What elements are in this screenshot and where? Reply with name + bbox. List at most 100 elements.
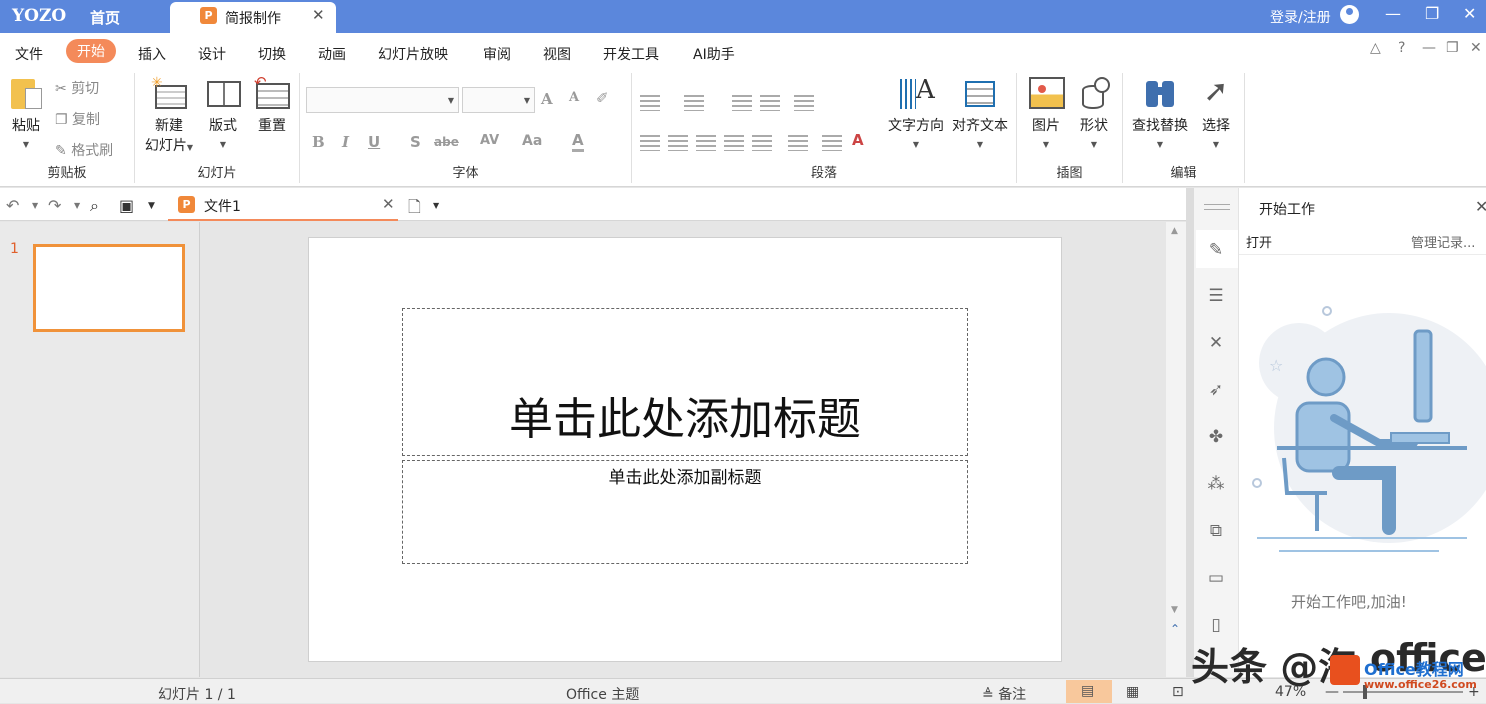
change-case-button[interactable]: Aa (522, 133, 542, 149)
pinwheel-icon[interactable]: ✤ (1206, 427, 1226, 447)
decrease-indent-icon[interactable] (732, 95, 752, 111)
doc-minimize-icon[interactable]: — (1422, 40, 1436, 56)
menu-file[interactable]: 文件 (15, 44, 43, 64)
cut-button[interactable]: ✂ 剪切 (55, 78, 99, 98)
layout-button[interactable]: 版式 ▼ (203, 75, 243, 151)
menu-review[interactable]: 审阅 (483, 44, 511, 64)
menu-design[interactable]: 设计 (198, 44, 226, 64)
align-text-button[interactable]: 对齐文本 ▼ (949, 75, 1011, 151)
subtitle-placeholder[interactable]: 单击此处添加副标题 (402, 460, 968, 564)
login-link[interactable]: 登录/注册 (1270, 7, 1331, 27)
menu-insert[interactable]: 插入 (138, 44, 166, 64)
menu-view[interactable]: 视图 (543, 44, 571, 64)
zoom-slider[interactable] (1343, 685, 1463, 699)
help-icon[interactable]: ? (1398, 40, 1405, 56)
strikethrough-button[interactable]: abe (434, 135, 459, 149)
slideshow-view-icon[interactable]: ⊡ (1172, 684, 1184, 700)
text-effects-icon[interactable]: A (852, 131, 864, 149)
undo-dropdown-icon[interactable]: ▼ (32, 201, 38, 210)
print-preview-icon[interactable]: ⌕ (90, 196, 99, 216)
align-left-icon[interactable] (640, 135, 660, 151)
shadow-button[interactable]: S (410, 133, 421, 151)
menu-home[interactable]: 开始 (66, 39, 116, 63)
comment-icon[interactable]: ▭ (1206, 568, 1226, 588)
close-file-tab-icon[interactable]: ✕ (382, 195, 395, 213)
normal-view-button[interactable]: ▤ (1066, 680, 1112, 703)
char-spacing-button[interactable]: AV (480, 133, 499, 148)
menu-slideshow[interactable]: 幻灯片放映 (378, 44, 448, 64)
restore-window-button[interactable]: ❐ (1425, 4, 1439, 23)
save-icon[interactable]: ▣ (119, 196, 134, 215)
menu-animation[interactable]: 动画 (318, 44, 346, 64)
redo-icon[interactable]: ↷ (48, 196, 61, 215)
italic-button[interactable]: I (342, 133, 349, 151)
align-center-icon[interactable] (668, 135, 688, 151)
clear-format-icon[interactable]: ✐ (596, 89, 609, 107)
title-placeholder[interactable]: 单击此处添加标题 (402, 308, 968, 456)
numbering-icon[interactable] (684, 95, 704, 111)
close-task-pane-icon[interactable]: ✕ (1475, 197, 1486, 216)
new-document-icon[interactable]: 🗋 (408, 196, 421, 223)
menu-ai-assistant[interactable]: AI助手 (693, 44, 735, 64)
shrink-font-button[interactable]: A (569, 90, 579, 105)
paste-button[interactable]: 粘贴 ▼ (6, 75, 46, 151)
text-direction-button[interactable]: A 文字方向 ▼ (884, 75, 948, 151)
home-tab[interactable]: 首页 (90, 7, 120, 28)
sliders-icon[interactable]: ☰ (1206, 286, 1226, 306)
line-spacing-icon[interactable] (794, 95, 814, 111)
picture-button[interactable]: 图片 ▼ (1025, 75, 1067, 151)
clipboard-icon[interactable]: ▯ (1206, 615, 1226, 635)
customize-dropdown-icon[interactable]: ▼ (148, 201, 155, 211)
grow-font-button[interactable]: A (541, 90, 553, 108)
format-painter-button[interactable]: ✎ 格式刷 (55, 140, 113, 160)
menu-developer[interactable]: 开发工具 (603, 44, 659, 64)
pane-splitter[interactable] (1186, 188, 1194, 677)
justify-icon[interactable] (724, 135, 744, 151)
undo-icon[interactable]: ↶ (6, 196, 19, 215)
redo-dropdown-icon[interactable]: ▼ (74, 201, 80, 210)
manage-records-link[interactable]: 管理记录... (1411, 232, 1475, 251)
notes-button[interactable]: ≜ 备注 (982, 684, 1026, 704)
align-right-icon[interactable] (696, 135, 716, 151)
prev-slide-icon[interactable]: ⌃ (1170, 622, 1180, 636)
vertical-scrollbar[interactable]: ▲ ▼ ⌃ (1166, 222, 1186, 677)
font-color-button[interactable]: A (572, 131, 584, 152)
find-replace-button[interactable]: 查找替换 ▼ (1127, 75, 1193, 151)
menu-transition[interactable]: 切换 (258, 44, 286, 64)
select-button[interactable]: ➚ 选择 ▼ (1195, 75, 1237, 151)
apps-icon[interactable]: ⁂ (1206, 474, 1226, 494)
shape-button[interactable]: 形状 ▼ (1073, 75, 1115, 151)
collapse-ribbon-icon[interactable]: △ (1370, 40, 1381, 56)
open-link[interactable]: 打开 (1246, 232, 1272, 251)
vertical-text-icon[interactable] (822, 135, 842, 151)
scroll-up-icon[interactable]: ▲ (1171, 226, 1178, 236)
user-avatar-icon[interactable] (1340, 5, 1359, 24)
tools-icon[interactable]: ✕ (1206, 333, 1226, 353)
slide-canvas[interactable]: 单击此处添加标题 单击此处添加副标题 (308, 237, 1062, 662)
columns-icon[interactable] (752, 135, 772, 151)
new-slide-button[interactable]: ✳ 新建 幻灯片▼ (141, 75, 197, 155)
minimize-window-button[interactable]: — (1385, 4, 1401, 23)
new-document-dropdown-icon[interactable]: ▼ (433, 201, 439, 210)
increase-indent-icon[interactable] (760, 95, 780, 111)
scroll-down-icon[interactable]: ▼ (1171, 605, 1178, 615)
font-name-select[interactable]: ▼ (306, 87, 459, 113)
underline-button[interactable]: U (368, 133, 380, 151)
text-box-icon[interactable] (788, 135, 808, 151)
transform-icon[interactable]: ⧉ (1206, 521, 1226, 541)
rocket-icon[interactable]: ➶ (1206, 380, 1226, 400)
doc-restore-icon[interactable]: ❐ (1446, 40, 1459, 56)
reset-button[interactable]: ↶ 重置 (252, 73, 292, 135)
doc-close-icon[interactable]: ✕ (1470, 40, 1482, 56)
pencil-icon[interactable]: ✎ (1206, 240, 1226, 260)
close-tab-icon[interactable]: ✕ (312, 6, 325, 24)
file-tab[interactable]: P 文件1 ✕ (168, 188, 398, 221)
slide-sorter-view-icon[interactable]: ▦ (1126, 684, 1139, 700)
slide-thumbnail[interactable] (33, 244, 185, 332)
bold-button[interactable]: B (312, 133, 325, 151)
bullets-icon[interactable] (640, 95, 660, 111)
font-size-select[interactable]: ▼ (462, 87, 535, 113)
document-tab[interactable]: P 简报制作 ✕ (170, 2, 336, 33)
copy-button[interactable]: ❐ 复制 (55, 109, 100, 129)
close-window-button[interactable]: ✕ (1463, 4, 1476, 23)
